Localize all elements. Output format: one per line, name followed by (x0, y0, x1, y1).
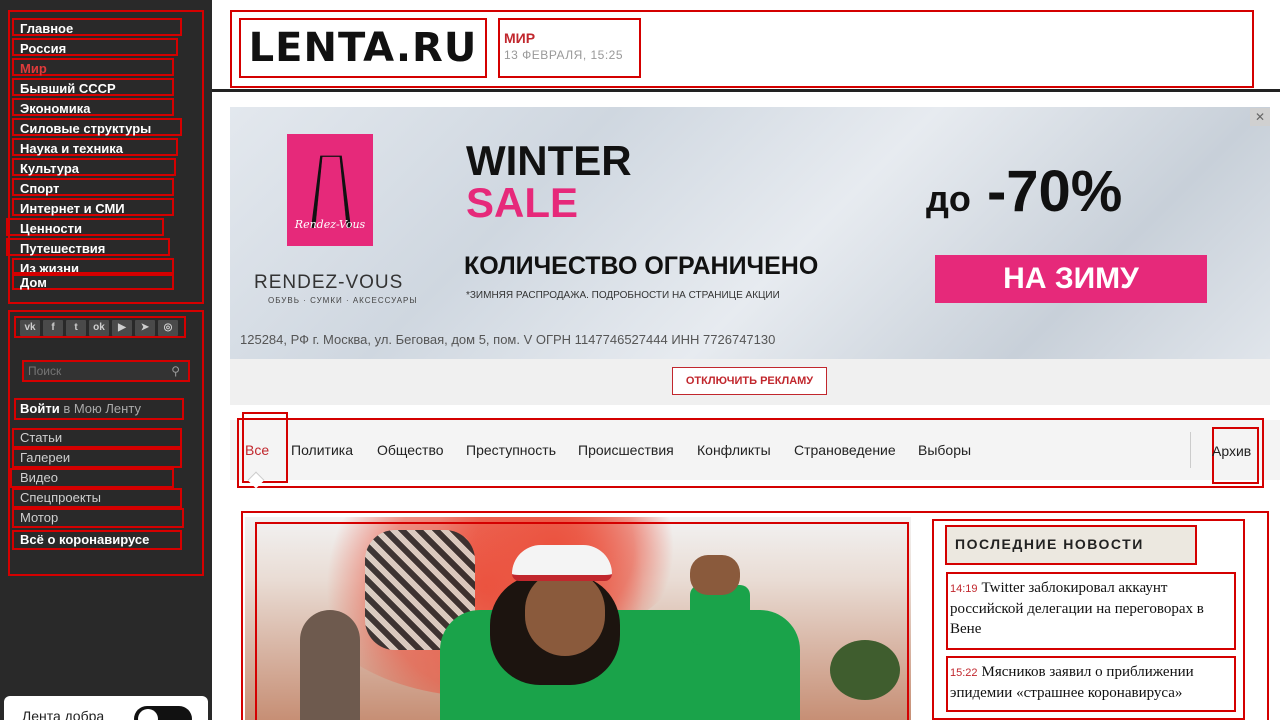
login-action[interactable]: Войти (20, 401, 60, 416)
nav-item-internet-media[interactable]: Интернет и СМИ (12, 198, 174, 216)
tab-crime[interactable]: Преступность (466, 442, 556, 458)
news-headline[interactable]: Мясников заявил о приближении эпидемии «… (950, 664, 1194, 701)
tabs-divider (1190, 432, 1191, 468)
good-news-label: Лента добра (22, 708, 105, 720)
nav-item-security-forces[interactable]: Силовые структуры (12, 118, 182, 136)
search-input[interactable] (24, 362, 154, 380)
header-divider (212, 89, 1280, 92)
banner-discount: до -70% (926, 158, 1122, 225)
sidebar: Главное Россия Мир Бывший СССР Экономика… (0, 0, 212, 720)
nav-item-travel[interactable]: Путешествия (6, 238, 170, 256)
tab-all[interactable]: Все (245, 442, 269, 458)
good-news-toggle-card: Лента добра (4, 696, 208, 720)
nav-item-science[interactable]: Наука и техника (12, 138, 178, 156)
social-links: vk f t ok ▶ ➤ ◎ (14, 316, 186, 338)
news-time: 15:22 (950, 667, 978, 679)
ad-banner[interactable] (230, 107, 1270, 359)
instagram-icon[interactable]: ◎ (158, 320, 178, 336)
link-galleries[interactable]: Галереи (12, 448, 182, 468)
search-box: ⚲ (22, 360, 190, 382)
youtube-icon[interactable]: ▶ (112, 320, 132, 336)
link-articles[interactable]: Статьи (12, 428, 182, 448)
banner-limited: КОЛИЧЕСТВО ОГРАНИЧЕНО (464, 252, 819, 280)
logo-text: LENTA.RU (248, 25, 478, 71)
good-news-toggle[interactable] (134, 706, 192, 720)
site-logo[interactable]: LENTA.RU (239, 18, 487, 78)
login-link[interactable]: Войти в Мою Ленту (14, 398, 184, 420)
brand-sub: ОБУВЬ · СУМКИ · АКСЕССУАРЫ (268, 296, 418, 305)
news-time: 14:19 (950, 583, 978, 595)
tab-conflicts[interactable]: Конфликты (697, 442, 771, 458)
lead-photo-outline (255, 522, 909, 720)
tab-incidents[interactable]: Происшествия (578, 442, 674, 458)
banner-address: 125284, РФ г. Москва, ул. Беговая, дом 5… (240, 332, 776, 347)
banner-fine-print: *ЗИМНЯЯ РАСПРОДАЖА. ПОДРОБНОСТИ НА СТРАН… (466, 290, 780, 301)
header-date: 13 ФЕВРАЛЯ, 15:25 (504, 48, 624, 62)
discount-prefix: до (926, 178, 971, 219)
banner-headline-winter: WINTER (466, 137, 632, 184)
rubric-block: МИР 13 ФЕВРАЛЯ, 15:25 (498, 18, 641, 78)
nav-item-culture[interactable]: Культура (12, 158, 176, 176)
nav-item-main[interactable]: Главное (12, 18, 182, 36)
link-video[interactable]: Видео (10, 468, 174, 488)
news-item[interactable]: 14:19 Twitter заблокировал аккаунт россий… (946, 572, 1236, 650)
disable-ads-button[interactable]: ОТКЛЮЧИТЬ РЕКЛАМУ (672, 367, 827, 395)
tab-society[interactable]: Общество (377, 442, 444, 458)
telegram-icon[interactable]: ➤ (135, 320, 155, 336)
login-suffix: в Мою Ленту (63, 401, 141, 416)
search-icon[interactable]: ⚲ (171, 364, 180, 378)
news-item[interactable]: 15:22 Мясников заявил о приближении эпиде… (946, 656, 1236, 712)
odnoklassniki-icon[interactable]: ok (89, 320, 109, 336)
tab-elections[interactable]: Выборы (918, 442, 971, 458)
nav-item-former-ussr[interactable]: Бывший СССР (12, 78, 174, 96)
archive-link[interactable]: Архив (1212, 443, 1251, 459)
link-special-projects[interactable]: Спецпроекты (12, 488, 182, 508)
brand-name: RENDEZ-VOUS (254, 272, 404, 293)
nav-item-world[interactable]: Мир (12, 58, 174, 76)
close-icon[interactable]: ✕ (1250, 108, 1270, 126)
nav-item-home[interactable]: Дом (12, 272, 174, 290)
rubric-title[interactable]: МИР (504, 30, 635, 46)
discount-value: -70% (986, 159, 1123, 224)
banner-headline-sale: SALE (466, 179, 579, 226)
link-coronavirus[interactable]: Всё о коронавирусе (12, 530, 182, 550)
nav-item-economy[interactable]: Экономика (12, 98, 174, 116)
nav-item-russia[interactable]: Россия (12, 38, 178, 56)
brand-logo: Rendez-Vous (287, 134, 373, 246)
tab-politics[interactable]: Политика (291, 442, 353, 458)
nav-item-values[interactable]: Ценности (6, 218, 164, 236)
page: Главное Россия Мир Бывший СССР Экономика… (0, 0, 1280, 720)
latest-news-title: ПОСЛЕДНИЕ НОВОСТИ (945, 525, 1197, 565)
vk-icon[interactable]: vk (20, 320, 40, 336)
link-motor[interactable]: Мотор (12, 508, 184, 528)
news-headline[interactable]: Twitter заблокировал аккаунт российской … (950, 580, 1204, 637)
brand-logo-text: Rendez-Vous (294, 218, 366, 231)
twitter-icon[interactable]: t (66, 320, 86, 336)
facebook-icon[interactable]: f (43, 320, 63, 336)
banner-season: НА ЗИМУ (935, 255, 1207, 303)
nav-item-sport[interactable]: Спорт (12, 178, 174, 196)
tab-country-studies[interactable]: Страноведение (794, 442, 896, 458)
